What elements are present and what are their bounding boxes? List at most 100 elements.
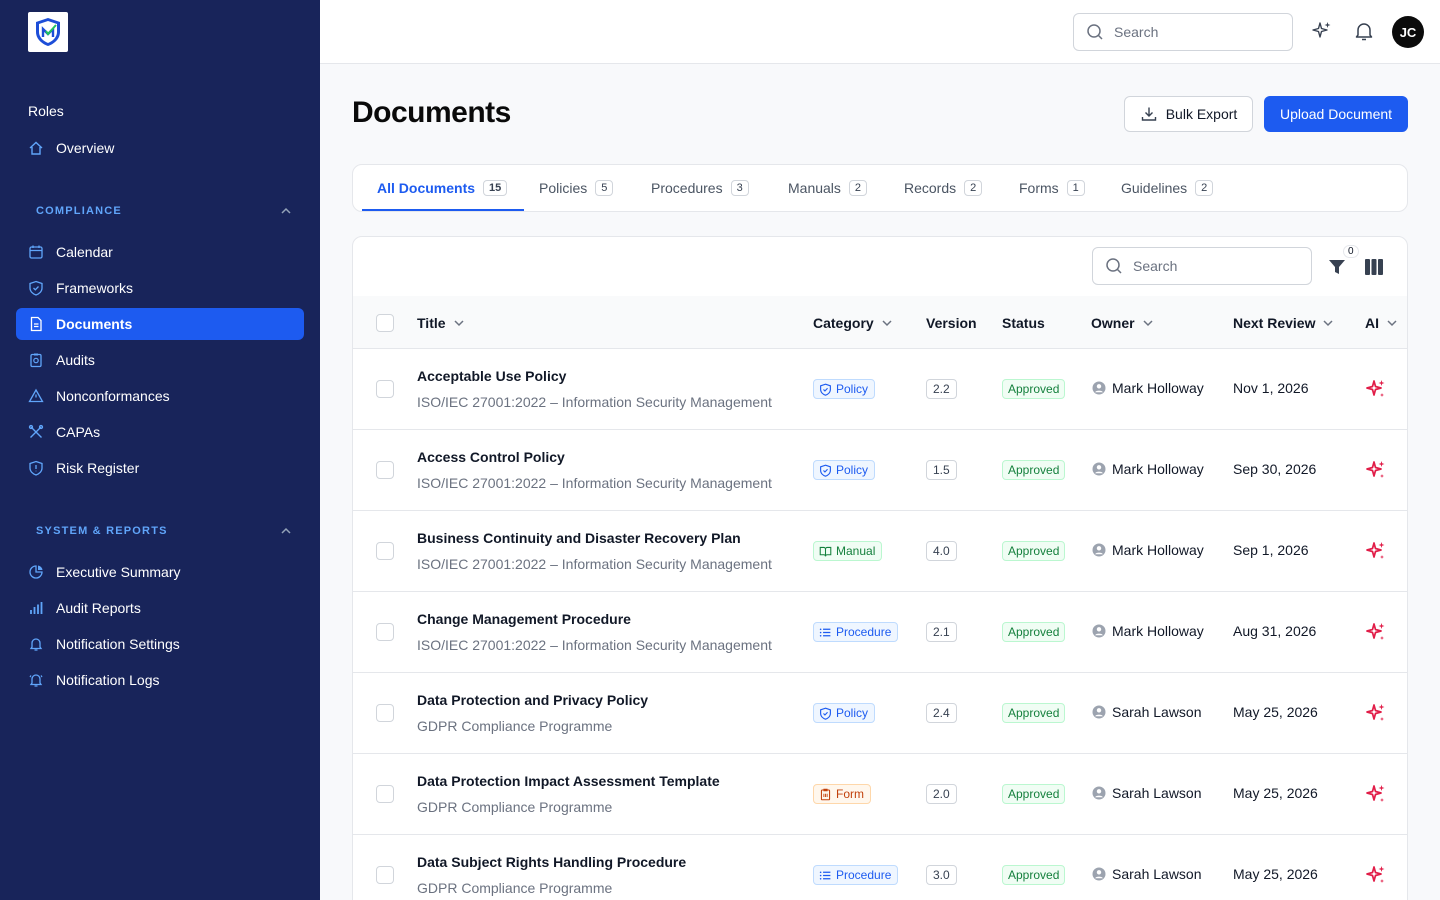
user-circle-icon — [1092, 462, 1106, 476]
table-search[interactable] — [1092, 247, 1312, 285]
column-label: Title — [417, 314, 446, 331]
select-all-checkbox[interactable] — [376, 314, 394, 332]
document-framework: ISO/IEC 27001:2022 – Information Securit… — [417, 475, 772, 491]
status-badge: Approved — [1002, 703, 1066, 723]
tools-icon — [28, 424, 44, 440]
chevron-down-icon — [454, 319, 464, 326]
tab-count: 2 — [848, 180, 868, 196]
category-label: Policy — [836, 463, 869, 477]
tab-procedures[interactable]: Procedures 3 — [651, 165, 749, 211]
row-checkbox[interactable] — [376, 542, 394, 560]
document-framework: ISO/IEC 27001:2022 – Information Securit… — [417, 637, 772, 653]
sidebar-item-label: Nonconformances — [56, 388, 170, 404]
global-search[interactable] — [1073, 13, 1293, 51]
next-review-date: Sep 30, 2026 — [1233, 461, 1317, 477]
version-badge: 3.0 — [926, 865, 957, 885]
tab-all-documents[interactable]: All Documents 15 — [377, 165, 508, 211]
document-tabs: All Documents 15 Policies 5 Procedures 3… — [352, 164, 1408, 212]
roles-label[interactable]: Roles — [28, 103, 64, 119]
sidebar-item-audit-reports[interactable]: Audit Reports — [16, 592, 304, 624]
column-header-next-review[interactable]: Next Review — [1233, 296, 1335, 349]
row-checkbox[interactable] — [376, 380, 394, 398]
sidebar-item-notification-settings[interactable]: Notification Settings — [16, 628, 304, 660]
bulk-export-button[interactable]: Bulk Export — [1124, 96, 1253, 132]
row-checkbox[interactable] — [376, 623, 394, 641]
columns-icon[interactable] — [1364, 258, 1384, 276]
sidebar-item-risk-register[interactable]: Risk Register — [16, 452, 304, 484]
document-title[interactable]: Data Subject Rights Handling Procedure — [417, 854, 686, 870]
tab-label: Manuals — [788, 180, 841, 196]
column-header-owner[interactable]: Owner — [1091, 296, 1155, 349]
document-title[interactable]: Acceptable Use Policy — [417, 368, 566, 384]
documents-table-card: 0 Title Category Version Status Owner Ne… — [352, 236, 1408, 900]
table-row[interactable]: Access Control Policy ISO/IEC 27001:2022… — [353, 430, 1407, 511]
bar-chart-icon — [28, 600, 44, 616]
sidebar-item-label: Overview — [56, 140, 115, 156]
category-badge: Form — [813, 784, 871, 804]
table-row[interactable]: Change Management Procedure ISO/IEC 2700… — [353, 592, 1407, 673]
sidebar-item-documents[interactable]: Documents — [16, 308, 304, 340]
user-avatar[interactable]: JC — [1392, 16, 1424, 48]
tab-manuals[interactable]: Manuals 2 — [788, 165, 868, 211]
table-row[interactable]: Data Protection and Privacy Policy GDPR … — [353, 673, 1407, 754]
document-title[interactable]: Data Protection Impact Assessment Templa… — [417, 773, 720, 789]
status-badge: Approved — [1002, 379, 1066, 399]
column-header-version[interactable]: Version — [926, 296, 977, 349]
upload-document-button[interactable]: Upload Document — [1264, 96, 1408, 132]
ai-sparkle-icon[interactable] — [1365, 864, 1387, 886]
ai-sparkle-icon[interactable] — [1365, 459, 1387, 481]
tab-label: All Documents — [377, 180, 476, 196]
version-badge: 1.5 — [926, 460, 957, 480]
sidebar-item-label: Documents — [56, 316, 133, 332]
document-title[interactable]: Data Protection and Privacy Policy — [417, 692, 648, 708]
sidebar-item-notification-logs[interactable]: Notification Logs — [16, 664, 304, 696]
ai-sparkle-icon[interactable] — [1365, 378, 1387, 400]
page-title: Documents — [352, 96, 511, 129]
tab-records[interactable]: Records 2 — [904, 165, 983, 211]
ai-sparkle-icon[interactable] — [1365, 621, 1387, 643]
column-header-category[interactable]: Category — [813, 296, 894, 349]
column-header-status[interactable]: Status — [1002, 296, 1045, 349]
tab-label: Records — [904, 180, 957, 196]
column-label: Next Review — [1233, 314, 1316, 331]
table-row[interactable]: Business Continuity and Disaster Recover… — [353, 511, 1407, 592]
ai-sparkle-icon[interactable] — [1365, 783, 1387, 805]
table-row[interactable]: Data Protection Impact Assessment Templa… — [353, 754, 1407, 835]
sidebar-item-capas[interactable]: CAPAs — [16, 416, 304, 448]
sidebar-item-frameworks[interactable]: Frameworks — [16, 272, 304, 304]
document-title[interactable]: Business Continuity and Disaster Recover… — [417, 530, 741, 546]
row-checkbox[interactable] — [376, 866, 394, 884]
ai-sparkle-icon[interactable] — [1365, 702, 1387, 724]
category-label: Form — [836, 787, 864, 801]
tab-forms[interactable]: Forms 1 — [1019, 165, 1085, 211]
table-search-input[interactable] — [1133, 258, 1293, 274]
ai-sparkle-icon[interactable] — [1365, 540, 1387, 562]
category-label: Procedure — [836, 868, 892, 882]
chevron-up-icon[interactable] — [278, 523, 294, 539]
table-row[interactable]: Data Subject Rights Handling Procedure G… — [353, 835, 1407, 900]
active-tab-indicator — [362, 209, 524, 211]
chevron-up-icon[interactable] — [278, 203, 294, 219]
document-title[interactable]: Change Management Procedure — [417, 611, 631, 627]
sidebar-item-nonconformances[interactable]: Nonconformances — [16, 380, 304, 412]
row-checkbox[interactable] — [376, 704, 394, 722]
document-title[interactable]: Access Control Policy — [417, 449, 565, 465]
table-row[interactable]: Acceptable Use Policy ISO/IEC 27001:2022… — [353, 349, 1407, 430]
app-logo[interactable] — [28, 12, 68, 52]
tab-count: 1 — [1066, 180, 1085, 196]
row-checkbox[interactable] — [376, 785, 394, 803]
tab-guidelines[interactable]: Guidelines 2 — [1121, 165, 1214, 211]
column-header-title[interactable]: Title — [417, 296, 466, 349]
row-checkbox[interactable] — [376, 461, 394, 479]
notifications-bell-icon[interactable] — [1353, 20, 1375, 42]
column-header-ai[interactable]: AI — [1365, 296, 1399, 349]
filter-icon[interactable] — [1327, 257, 1347, 277]
sidebar-item-overview[interactable]: Overview — [16, 132, 304, 164]
tab-policies[interactable]: Policies 5 — [539, 165, 614, 211]
sidebar-item-calendar[interactable]: Calendar — [16, 236, 304, 268]
sidebar-item-label: Risk Register — [56, 460, 140, 476]
sidebar-item-executive-summary[interactable]: Executive Summary — [16, 556, 304, 588]
sidebar-item-audits[interactable]: Audits — [16, 344, 304, 376]
global-search-input[interactable] — [1114, 24, 1274, 40]
ai-sparkle-icon[interactable] — [1311, 20, 1333, 42]
